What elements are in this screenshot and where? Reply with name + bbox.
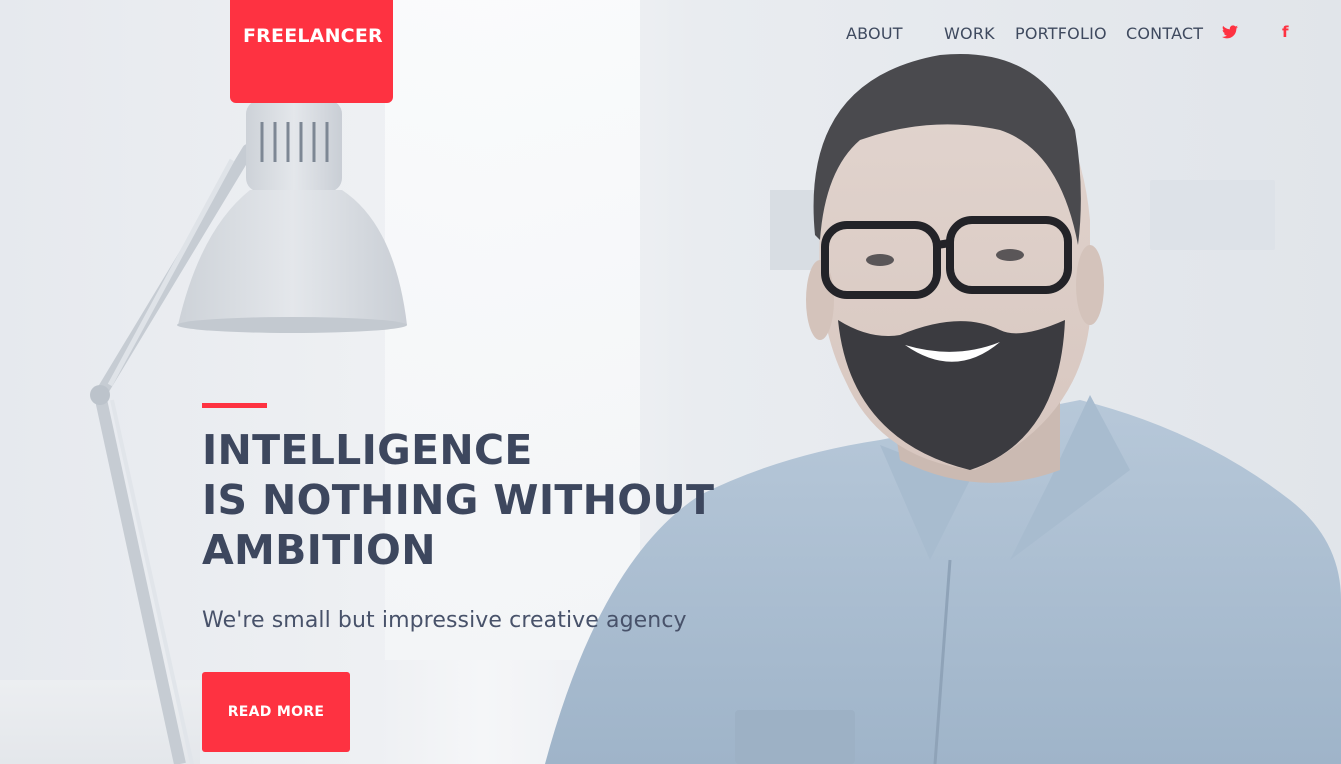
nav-link-work[interactable]: WORK: [944, 24, 995, 43]
twitter-icon[interactable]: [1222, 25, 1238, 43]
headline-line-1: INTELLIGENCE: [202, 426, 533, 474]
nav-link-about[interactable]: ABOUT: [846, 24, 903, 43]
headline-line-2: IS NOTHING WITHOUT: [202, 476, 715, 524]
background-photo: [90, 53, 1341, 764]
hero-section: FREELANCER ABOUT WORK PORTFOLIO CONTACT …: [0, 0, 1341, 764]
facebook-icon[interactable]: f: [1282, 23, 1289, 41]
twitter-bird-icon: [1222, 25, 1238, 39]
read-more-button[interactable]: READ MORE: [202, 672, 350, 752]
hero-subtitle: We're small but impressive creative agen…: [202, 608, 687, 633]
logo-link[interactable]: FREELANCER: [230, 0, 393, 103]
hero-headline: INTELLIGENCE IS NOTHING WITHOUT AMBITION: [202, 425, 714, 575]
headline-line-3: AMBITION: [202, 526, 436, 574]
portrait-person: [545, 53, 1341, 764]
nav-link-portfolio[interactable]: PORTFOLIO: [1015, 24, 1107, 43]
nav-link-contact[interactable]: CONTACT: [1126, 24, 1203, 43]
headline-accent-bar: [202, 403, 267, 408]
